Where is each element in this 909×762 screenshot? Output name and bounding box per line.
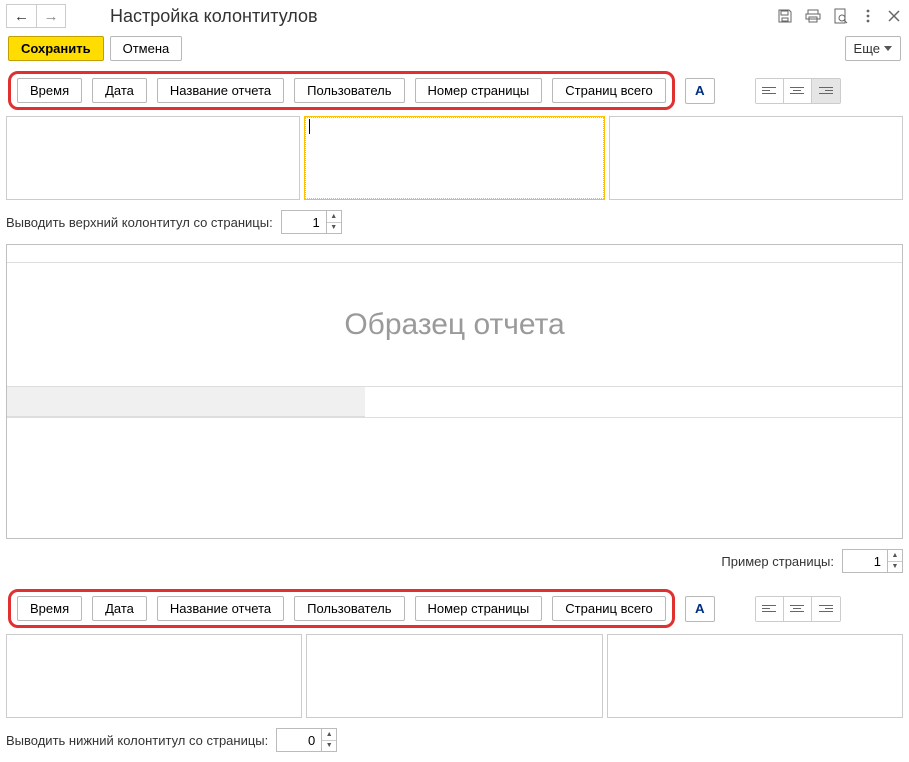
insert-time-button-footer[interactable]: Время [17, 596, 82, 621]
footer-right-pane[interactable] [607, 634, 903, 718]
save-icon[interactable] [777, 8, 793, 24]
insert-date-button-footer[interactable]: Дата [92, 596, 147, 621]
nav-forward-button[interactable]: → [36, 4, 66, 28]
sample-page-input[interactable] [843, 550, 887, 572]
more-button[interactable]: Еще [845, 36, 901, 61]
cancel-button[interactable]: Отмена [110, 36, 183, 61]
spinner-up-icon[interactable]: ▲ [888, 550, 902, 562]
spinner-up-icon[interactable]: ▲ [327, 211, 341, 223]
insert-pages-total-button-footer[interactable]: Страниц всего [552, 596, 665, 621]
align-group-header [755, 78, 841, 104]
print-icon[interactable] [805, 8, 821, 24]
insert-user-button[interactable]: Пользователь [294, 78, 404, 103]
align-left-button-footer[interactable] [756, 597, 784, 621]
insert-report-name-button[interactable]: Название отчета [157, 78, 284, 103]
insert-pages-total-button[interactable]: Страниц всего [552, 78, 665, 103]
sample-report-label: Образец отчета [7, 263, 902, 387]
more-vert-icon[interactable] [861, 8, 875, 24]
sample-page-label: Пример страницы: [721, 554, 834, 569]
header-page-input[interactable] [282, 211, 326, 233]
header-right-pane[interactable] [609, 116, 903, 200]
save-button[interactable]: Сохранить [8, 36, 104, 61]
align-right-button[interactable] [812, 79, 840, 103]
font-button-footer[interactable]: A [685, 596, 715, 622]
insert-page-number-button[interactable]: Номер страницы [415, 78, 543, 103]
header-center-pane[interactable] [304, 116, 606, 200]
sample-page-spinner[interactable]: ▲ ▼ [842, 549, 903, 573]
nav-back-button[interactable]: ← [6, 4, 36, 28]
preview-icon[interactable] [833, 8, 849, 24]
spinner-down-icon[interactable]: ▼ [327, 223, 341, 234]
font-button[interactable]: A [685, 78, 715, 104]
insert-report-name-button-footer[interactable]: Название отчета [157, 596, 284, 621]
page-title: Настройка колонтитулов [110, 6, 771, 27]
align-center-button-footer[interactable] [784, 597, 812, 621]
insert-date-button[interactable]: Дата [92, 78, 147, 103]
spinner-down-icon[interactable]: ▼ [888, 562, 902, 573]
header-insert-group: Время Дата Название отчета Пользователь … [8, 71, 675, 110]
align-left-button[interactable] [756, 79, 784, 103]
footer-page-input[interactable] [277, 729, 321, 751]
header-page-spinner[interactable]: ▲ ▼ [281, 210, 342, 234]
align-center-button[interactable] [784, 79, 812, 103]
footer-page-label: Выводить нижний колонтитул со страницы: [6, 733, 268, 748]
header-left-pane[interactable] [6, 116, 300, 200]
footer-insert-group: Время Дата Название отчета Пользователь … [8, 589, 675, 628]
insert-page-number-button-footer[interactable]: Номер страницы [415, 596, 543, 621]
footer-page-spinner[interactable]: ▲ ▼ [276, 728, 337, 752]
close-icon[interactable] [887, 9, 901, 23]
footer-center-pane[interactable] [306, 634, 602, 718]
sample-report-area: Образец отчета [6, 244, 903, 539]
insert-user-button-footer[interactable]: Пользователь [294, 596, 404, 621]
align-right-button-footer[interactable] [812, 597, 840, 621]
spinner-up-icon[interactable]: ▲ [322, 729, 336, 741]
align-group-footer [755, 596, 841, 622]
header-page-label: Выводить верхний колонтитул со страницы: [6, 215, 273, 230]
insert-time-button[interactable]: Время [17, 78, 82, 103]
footer-left-pane[interactable] [6, 634, 302, 718]
chevron-down-icon [884, 46, 892, 51]
